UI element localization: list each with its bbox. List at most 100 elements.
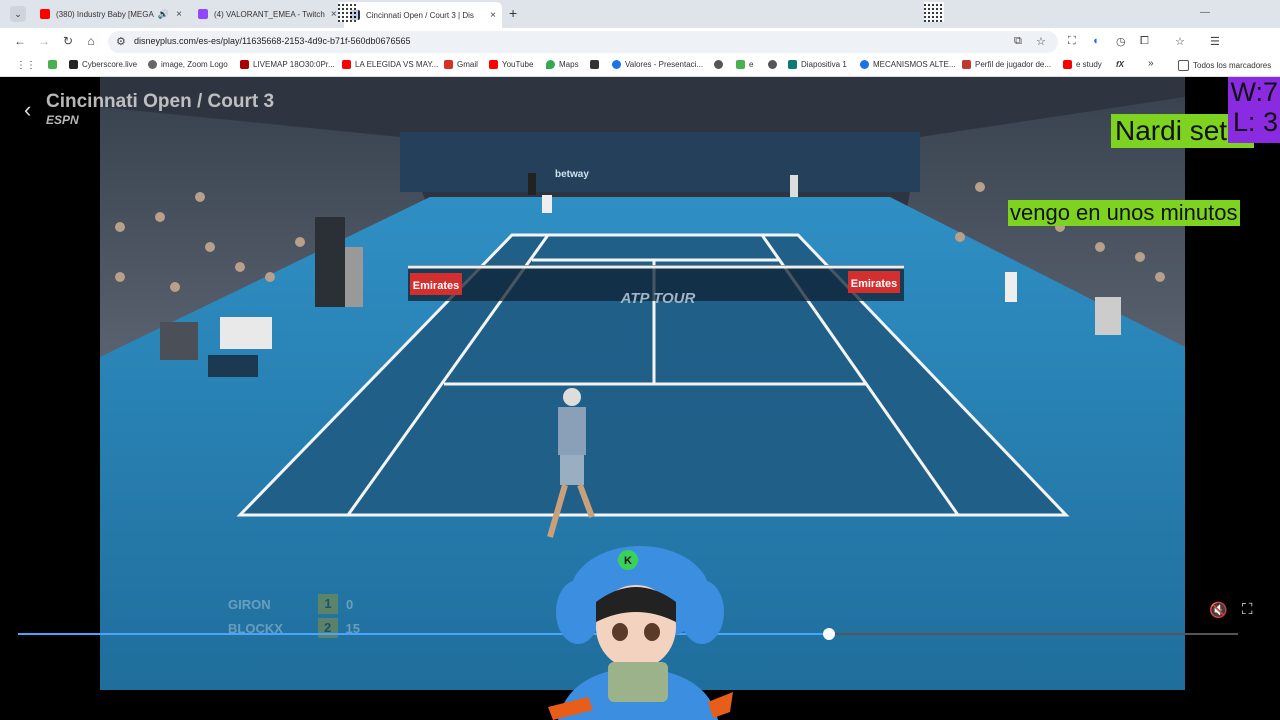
sponsor-board: betway	[555, 169, 589, 180]
bookmark-item[interactable]: YouTube	[489, 60, 533, 69]
chrome-icon	[612, 60, 621, 69]
win-loss-counter: W:7 L: 3	[1228, 77, 1280, 143]
extension-icon	[736, 60, 745, 69]
svg-text:K: K	[624, 555, 632, 567]
more-bookmarks-icon[interactable]: »	[1148, 58, 1154, 69]
bookmark-label: Diapositiva 1	[801, 60, 847, 69]
bookmarks-icon[interactable]: ☆	[1175, 35, 1185, 48]
bookmark-item[interactable]: Perfil de jugador de...	[962, 60, 1051, 69]
bookmark-item[interactable]: MECANISMOS ALTE...	[860, 60, 956, 69]
globe-icon	[148, 60, 157, 69]
extension-icon[interactable]: ◖	[1092, 35, 1099, 47]
youtube-icon	[342, 60, 351, 69]
bookmark-label: fX	[1116, 60, 1124, 69]
set-score: 1	[318, 594, 338, 614]
bookmark-label: image, Zoom Logo	[161, 60, 228, 69]
score-row: GIRON 1 0	[210, 592, 360, 616]
close-icon[interactable]: ×	[484, 10, 502, 21]
fullscreen-icon[interactable]: ⛶	[1242, 601, 1253, 618]
bookmark-label: e study	[1076, 60, 1102, 69]
bookmark-item[interactable]: LA ELEGIDA VS MAY...	[342, 60, 438, 69]
twitch-icon	[198, 9, 208, 19]
scoreboard: GIRON 1 0 BLOCKX 2 15	[210, 592, 360, 644]
bookmark-label: e	[749, 60, 754, 69]
bookmark-label: MECANISMOS ALTE...	[873, 60, 956, 69]
wins-count: W:7	[1230, 77, 1278, 107]
history-icon[interactable]: ◷	[1116, 35, 1126, 48]
bookmark-item[interactable]	[48, 60, 61, 69]
address-bar[interactable]: ⚙ disneyplus.com/es-es/play/11635668-215…	[108, 31, 1058, 53]
tab-twitch[interactable]: (4) VALORANT_EMEA - Twitch ×	[192, 4, 342, 24]
net-banner-right: Emirates	[851, 278, 897, 290]
bookmark-item[interactable]	[590, 60, 603, 69]
bookmark-item[interactable]: e study	[1063, 60, 1102, 69]
speaker-icon[interactable]: 🔊	[158, 9, 169, 20]
tab-title: (4) VALORANT_EMEA - Twitch	[214, 9, 325, 19]
maps-pin-icon	[546, 60, 555, 69]
bookmark-label: YouTube	[502, 60, 534, 69]
bookmark-item[interactable]: image, Zoom Logo	[148, 60, 228, 69]
site-info-icon[interactable]: ⚙	[116, 35, 126, 48]
extension-icon	[48, 60, 57, 69]
youtube-icon	[1063, 60, 1072, 69]
reload-button[interactable]: ↻	[60, 34, 76, 48]
bookmark-label: Perfil de jugador de...	[975, 60, 1052, 69]
tab-title: (380) Industry Baby [MEGA	[56, 9, 154, 19]
player-back-icon[interactable]: ‹	[24, 97, 31, 123]
cyberscore-icon	[69, 60, 78, 69]
minimize-icon[interactable]: —	[1200, 7, 1210, 18]
bookmark-item[interactable]	[768, 60, 781, 69]
forward-button[interactable]: →	[36, 34, 52, 48]
tab-disney[interactable]: Cincinnati Open / Court 3 | Dis ×	[344, 2, 502, 28]
page-icon	[590, 60, 599, 69]
tab-title: Cincinnati Open / Court 3 | Dis	[366, 10, 474, 20]
menu-icon[interactable]: ☰	[1210, 35, 1220, 48]
browser-toolbar: ← → ↻ ⌂ ⚙ disneyplus.com/es-es/play/1163…	[0, 28, 1280, 56]
bookmark-item[interactable]: fX	[1116, 60, 1124, 69]
qr-code-icon	[924, 2, 944, 22]
bookmark-item[interactable]: Gmail	[444, 60, 478, 69]
apps-grid-icon[interactable]: ⋮⋮	[16, 60, 36, 71]
youtube-icon	[40, 9, 50, 19]
bookmark-label: Gmail	[457, 60, 478, 69]
score-row: BLOCKX 2 15	[210, 616, 360, 640]
bookmark-item[interactable]: Cyberscore.live	[69, 60, 137, 69]
extensions-puzzle-icon[interactable]: ⧠	[1140, 35, 1149, 48]
bookmark-label: Maps	[559, 60, 579, 69]
tab-search-button[interactable]: ⌄	[10, 6, 26, 22]
bookmark-item[interactable]: LIVEMAP 18O30:0Pr...	[240, 60, 335, 69]
bookmark-item[interactable]: Diapositiva 1	[788, 60, 847, 69]
url-text[interactable]: disneyplus.com/es-es/play/11635668-2153-…	[134, 36, 411, 46]
bookmark-item[interactable]: e	[736, 60, 753, 69]
bookmark-item[interactable]: Maps	[546, 60, 579, 69]
mute-icon[interactable]: 🔇	[1209, 601, 1228, 619]
bookmark-star-icon[interactable]: ☆	[1036, 35, 1046, 48]
stream-overlay-message: vengo en unos minutos	[1008, 200, 1240, 226]
player-name: GIRON	[228, 596, 271, 612]
bookmark-label: LIVEMAP 18O30:0Pr...	[253, 60, 335, 69]
screenshot-icon[interactable]: ⛶	[1068, 35, 1076, 48]
close-icon[interactable]: ×	[170, 9, 188, 20]
slides-icon	[788, 60, 797, 69]
new-tab-button[interactable]: +	[509, 6, 517, 20]
video-player[interactable]: Emirates Emirates ATP TOUR betway ‹ Cinc…	[0, 77, 1280, 720]
home-button[interactable]: ⌂	[83, 34, 99, 48]
all-bookmarks-folder[interactable]: Todos los marcadores	[1178, 60, 1271, 71]
bookmark-label: Valores - Presentaci...	[625, 60, 704, 69]
game-score: 0	[346, 596, 354, 612]
tab-youtube[interactable]: (380) Industry Baby [MEGA 🔊 ×	[34, 4, 188, 24]
qr-code-icon	[338, 2, 358, 22]
folder-icon	[1178, 60, 1189, 71]
net-logo: ATP TOUR	[620, 290, 696, 307]
bookmark-item[interactable]: Valores - Presentaci...	[612, 60, 703, 69]
gmail-icon	[444, 60, 453, 69]
bookmark-label: Cyberscore.live	[82, 60, 138, 69]
bookmark-label: LA ELEGIDA VS MAY...	[355, 60, 439, 69]
page-icon	[962, 60, 971, 69]
bookmark-item[interactable]	[714, 60, 727, 69]
install-app-icon[interactable]: ⧉	[1014, 35, 1022, 48]
video-title: Cincinnati Open / Court 3	[46, 91, 275, 112]
globe-icon	[714, 60, 723, 69]
losses-count: L: 3	[1232, 107, 1278, 137]
back-button[interactable]: ←	[12, 34, 28, 48]
